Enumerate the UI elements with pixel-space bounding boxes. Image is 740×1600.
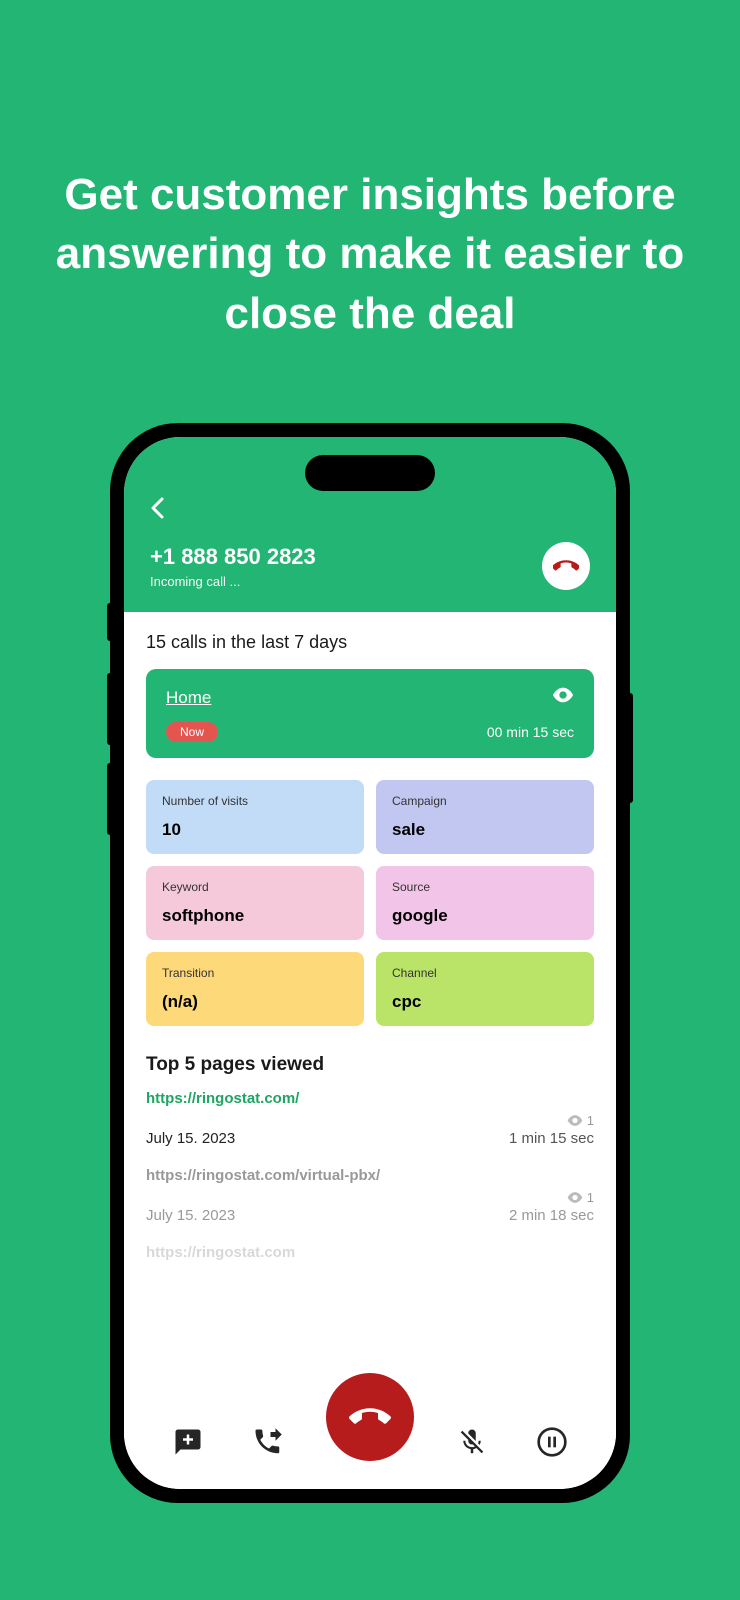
- call-status: Incoming call ...: [150, 574, 316, 589]
- phone-hangup-icon: [349, 1396, 391, 1438]
- page-url: https://ringostat.com: [146, 1244, 594, 1261]
- call-summary: 15 calls in the last 7 days: [146, 632, 594, 653]
- page-views: 1: [509, 1113, 594, 1128]
- decline-call-button[interactable]: [542, 542, 590, 590]
- page-url: https://ringostat.com/: [146, 1090, 594, 1107]
- stat-card-channel: Channel cpc: [376, 952, 594, 1026]
- live-duration: 00 min 15 sec: [487, 724, 574, 740]
- marketing-headline: Get customer insights before answering t…: [0, 165, 740, 343]
- stat-value: (n/a): [162, 992, 348, 1012]
- now-badge: Now: [166, 722, 218, 742]
- stat-card-transition: Transition (n/a): [146, 952, 364, 1026]
- page-row[interactable]: https://ringostat.com/virtual-pbx/ July …: [146, 1167, 594, 1224]
- stat-card-source: Source google: [376, 866, 594, 940]
- eye-icon: [552, 687, 574, 708]
- stat-card-campaign: Campaign sale: [376, 780, 594, 854]
- page-row[interactable]: https://ringostat.com/ July 15. 2023 1 1…: [146, 1090, 594, 1147]
- stat-value: sale: [392, 820, 578, 840]
- live-page-card[interactable]: Home Now 00 min 15 sec: [146, 669, 594, 758]
- stat-label: Number of visits: [162, 794, 348, 808]
- stat-label: Campaign: [392, 794, 578, 808]
- message-plus-icon: [173, 1427, 203, 1457]
- page-row[interactable]: https://ringostat.com: [146, 1244, 594, 1261]
- mic-off-icon: [457, 1427, 487, 1457]
- mute-button[interactable]: [450, 1420, 494, 1464]
- phone-hangup-icon: [553, 553, 579, 579]
- phone-power-button: [629, 693, 633, 803]
- eye-icon: [567, 1115, 583, 1126]
- stat-label: Transition: [162, 966, 348, 980]
- stat-label: Keyword: [162, 880, 348, 894]
- phone-volume-up: [107, 673, 111, 745]
- stat-card-keyword: Keyword softphone: [146, 866, 364, 940]
- end-call-button[interactable]: [326, 1373, 414, 1461]
- caller-info: +1 888 850 2823 Incoming call ...: [150, 544, 316, 589]
- back-button[interactable]: [150, 497, 590, 524]
- stat-value: google: [392, 906, 578, 926]
- phone-volume-down: [107, 763, 111, 835]
- call-forward-icon: [253, 1427, 283, 1457]
- caller-phone-number: +1 888 850 2823: [150, 544, 316, 570]
- stat-label: Source: [392, 880, 578, 894]
- stat-value: cpc: [392, 992, 578, 1012]
- pause-circle-icon: [536, 1426, 568, 1458]
- page-url: https://ringostat.com/virtual-pbx/: [146, 1167, 594, 1184]
- stat-value: 10: [162, 820, 348, 840]
- phone-notch: [305, 455, 435, 491]
- insights-content: 15 calls in the last 7 days Home Now 00 …: [124, 612, 616, 1489]
- hold-button[interactable]: [530, 1420, 574, 1464]
- stat-label: Channel: [392, 966, 578, 980]
- stat-card-visits: Number of visits 10: [146, 780, 364, 854]
- page-date: July 15. 2023: [146, 1207, 235, 1224]
- transfer-call-button[interactable]: [246, 1420, 290, 1464]
- top-pages-title: Top 5 pages viewed: [146, 1054, 594, 1076]
- page-duration: 1 min 15 sec: [509, 1130, 594, 1147]
- eye-icon: [567, 1192, 583, 1203]
- stat-value: softphone: [162, 906, 348, 926]
- add-note-button[interactable]: [166, 1420, 210, 1464]
- page-views: 1: [509, 1190, 594, 1205]
- phone-device-frame: +1 888 850 2823 Incoming call ... 15 cal…: [110, 423, 630, 1503]
- stats-grid: Number of visits 10 Campaign sale Keywor…: [146, 780, 594, 1026]
- call-bottom-bar: [124, 1401, 616, 1489]
- page-date: July 15. 2023: [146, 1130, 235, 1147]
- page-duration: 2 min 18 sec: [509, 1207, 594, 1224]
- live-page-name: Home: [166, 688, 211, 708]
- app-screen: +1 888 850 2823 Incoming call ... 15 cal…: [124, 437, 616, 1489]
- phone-side-button: [107, 603, 111, 641]
